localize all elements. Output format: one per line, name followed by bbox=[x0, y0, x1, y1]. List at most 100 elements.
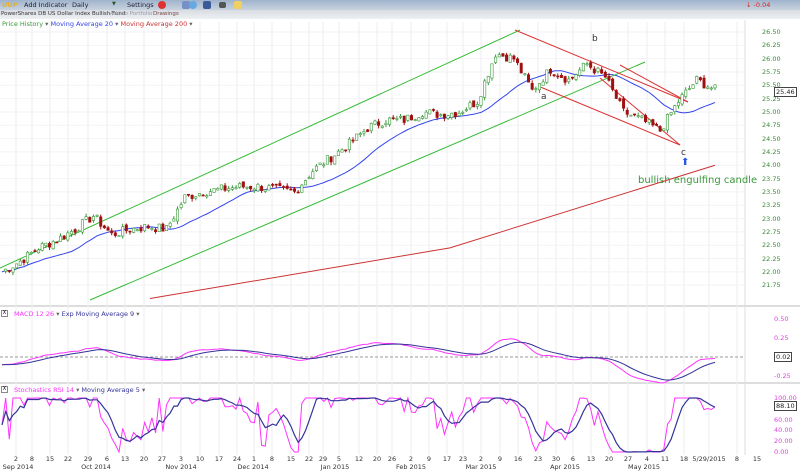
candle-body bbox=[559, 75, 563, 78]
chart-canvas[interactable] bbox=[0, 0, 800, 470]
legend-stoch-rsi[interactable]: Stochastics RSI 14 bbox=[14, 386, 74, 394]
candle-body bbox=[274, 183, 278, 186]
candle-body bbox=[146, 225, 150, 229]
price-tick-label: 24.00 bbox=[762, 161, 781, 170]
candle-body bbox=[194, 196, 198, 199]
candle-body bbox=[15, 263, 19, 269]
candle-body bbox=[395, 118, 399, 120]
close-macd-icon[interactable]: X bbox=[1, 310, 8, 317]
candle-body bbox=[519, 63, 523, 74]
candle-body bbox=[589, 62, 593, 68]
candle-body bbox=[662, 128, 666, 131]
legend-stoch-ma[interactable]: Moving Average 5 bbox=[81, 386, 139, 394]
date-tick-label: 8 bbox=[29, 455, 35, 463]
date-tick-label: 13 bbox=[586, 455, 596, 463]
candle-body bbox=[73, 229, 77, 233]
candle-body bbox=[622, 98, 626, 109]
candle-body bbox=[556, 75, 560, 78]
date-tick-label: 1 bbox=[251, 455, 257, 463]
candle-body bbox=[69, 231, 73, 235]
candle-body bbox=[296, 191, 300, 194]
macd-tick-label: 0.25 bbox=[774, 333, 789, 342]
candle-body bbox=[154, 229, 158, 232]
chevron-down-icon[interactable]: ▾ bbox=[189, 20, 192, 28]
candle-body bbox=[603, 71, 607, 78]
candle-body bbox=[461, 112, 465, 114]
candle-body bbox=[439, 114, 443, 116]
candle-body bbox=[150, 228, 154, 230]
candle-body bbox=[66, 232, 70, 241]
date-tick-label: 27 bbox=[157, 455, 167, 463]
chevron-down-icon[interactable]: ▾ bbox=[115, 20, 118, 28]
close-stoch-icon[interactable]: X bbox=[1, 386, 8, 393]
candle-body bbox=[99, 216, 103, 227]
candle-body bbox=[62, 235, 66, 240]
candle-body bbox=[179, 204, 183, 208]
candle-body bbox=[172, 218, 176, 222]
candle-body bbox=[450, 112, 454, 118]
date-tick-label: 9 bbox=[426, 455, 432, 463]
candle-body bbox=[574, 74, 578, 80]
date-tick-label: 22 bbox=[63, 455, 73, 463]
candle-body bbox=[698, 77, 702, 81]
candle-body bbox=[497, 54, 501, 58]
date-tick-label: 11 bbox=[660, 455, 670, 463]
legend-ma20[interactable]: Moving Average 20 bbox=[50, 20, 113, 28]
candle-body bbox=[282, 186, 286, 188]
candle-body bbox=[197, 193, 201, 197]
candle-body bbox=[413, 119, 417, 121]
candle-body bbox=[230, 187, 234, 190]
candle-body bbox=[212, 188, 216, 193]
candle-body bbox=[358, 133, 362, 136]
candle-body bbox=[687, 88, 691, 90]
wave-label-b: b bbox=[592, 34, 598, 44]
chevron-down-icon[interactable]: ▾ bbox=[142, 386, 145, 394]
date-tick-label: 24 bbox=[232, 455, 242, 463]
candle-body bbox=[585, 63, 589, 66]
candle-body bbox=[435, 111, 439, 118]
price-tick-label: 23.00 bbox=[762, 214, 781, 223]
date-tick-label: 15 bbox=[45, 455, 55, 463]
legend-ma200[interactable]: Moving Average 200 bbox=[121, 20, 188, 28]
candle-body bbox=[651, 119, 655, 126]
date-tick-label: 15 bbox=[752, 455, 762, 463]
legend-price-history[interactable]: Price History bbox=[2, 20, 43, 28]
candle-body bbox=[128, 230, 132, 233]
candle-body bbox=[205, 195, 209, 198]
price-tick-label: 24.50 bbox=[762, 134, 781, 143]
candle-body bbox=[534, 88, 538, 91]
candle-body bbox=[84, 216, 88, 220]
legend-ema[interactable]: Exp Moving Average 9 bbox=[62, 310, 135, 318]
candle-body bbox=[614, 90, 618, 99]
candle-body bbox=[325, 155, 329, 165]
candle-body bbox=[245, 186, 249, 189]
candle-body bbox=[322, 164, 326, 167]
price-tick-label: 22.50 bbox=[762, 241, 781, 250]
macd-tick-label: 0.50 bbox=[774, 314, 789, 323]
candle-body bbox=[26, 251, 30, 263]
candle-body bbox=[647, 119, 651, 123]
candle-body bbox=[406, 114, 410, 121]
chevron-down-icon[interactable]: ▾ bbox=[76, 386, 79, 394]
chevron-down-icon[interactable]: ▾ bbox=[56, 310, 59, 318]
candle-body bbox=[249, 186, 253, 190]
candle-body bbox=[431, 109, 435, 111]
candle-body bbox=[377, 121, 381, 126]
candle-body bbox=[293, 188, 297, 192]
candle-body bbox=[541, 81, 545, 86]
candle-body bbox=[709, 87, 713, 90]
candle-body bbox=[351, 139, 355, 142]
chevron-down-icon[interactable]: ▾ bbox=[136, 310, 139, 318]
candle-body bbox=[22, 259, 26, 263]
stoch-legend: Stochastics RSI 14 ▾ Moving Average 5 ▾ bbox=[14, 386, 145, 394]
candle-body bbox=[143, 224, 147, 232]
price-tick-label: 26.00 bbox=[762, 54, 781, 63]
candle-body bbox=[165, 225, 169, 231]
legend-macd[interactable]: MACD 12 26 bbox=[14, 310, 54, 318]
candle-body bbox=[11, 267, 15, 273]
trend-channel-line bbox=[89, 61, 646, 301]
candle-body bbox=[391, 117, 395, 120]
chevron-down-icon[interactable]: ▾ bbox=[45, 20, 48, 28]
candle-body bbox=[548, 69, 552, 74]
date-tick-label: 6 bbox=[570, 455, 576, 463]
